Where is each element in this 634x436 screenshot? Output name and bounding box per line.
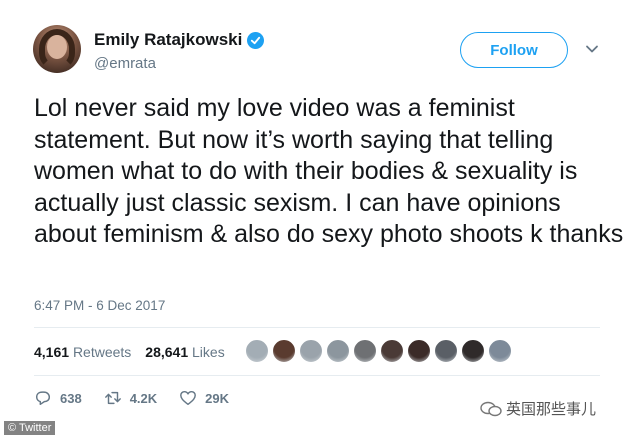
like-action[interactable]: 29K [179, 389, 229, 407]
retweet-icon [104, 391, 121, 405]
watermark-text: 英国那些事儿 [506, 401, 597, 418]
divider [34, 327, 600, 328]
retweets-stat[interactable]: 4,161 Retweets [34, 344, 131, 360]
liker-avatar[interactable] [272, 339, 296, 363]
image-credit: © Twitter [4, 421, 56, 435]
retweet-count: 4.2K [129, 390, 158, 406]
liker-avatar[interactable] [407, 339, 431, 363]
tweet-stats: 4,161 Retweets 28,641 Likes [34, 344, 225, 360]
liker-avatar[interactable] [245, 339, 269, 363]
tweet-actions: 638 4.2K 29K [34, 389, 251, 407]
liker-avatar[interactable] [434, 339, 458, 363]
liker-avatar[interactable] [299, 339, 323, 363]
display-name-text: Emily Ratajkowski [94, 30, 243, 49]
reply-action[interactable]: 638 [34, 389, 82, 407]
liker-avatar[interactable] [380, 339, 404, 363]
avatar[interactable] [33, 25, 81, 73]
retweets-label: Retweets [72, 344, 132, 360]
liker-avatar[interactable] [326, 339, 350, 363]
divider [34, 375, 600, 376]
likes-count: 28,641 [145, 344, 189, 360]
verified-badge-icon [247, 31, 265, 49]
reply-icon [35, 391, 51, 406]
retweet-action[interactable]: 4.2K [104, 389, 157, 407]
retweets-count: 4,161 [34, 344, 70, 360]
chevron-down-icon[interactable] [585, 42, 599, 56]
likes-stat[interactable]: 28,641 Likes [145, 344, 224, 360]
watermark: 英国那些事儿 [480, 398, 596, 419]
liker-avatar[interactable] [353, 339, 377, 363]
reply-count: 638 [60, 390, 82, 406]
user-handle[interactable]: @emrata [94, 55, 156, 72]
liker-avatar[interactable] [461, 339, 485, 363]
tweet-text: Lol never said my love video was a femin… [34, 94, 624, 248]
liker-avatars [245, 339, 512, 363]
display-name[interactable]: Emily Ratajkowski [94, 30, 265, 50]
likes-label: Likes [192, 344, 225, 360]
heart-icon [180, 390, 197, 406]
liker-avatar[interactable] [488, 339, 512, 363]
tweet-timestamp[interactable]: 6:47 PM - 6 Dec 2017 [34, 298, 165, 313]
follow-button[interactable]: Follow [460, 32, 568, 68]
like-count: 29K [205, 390, 230, 406]
wechat-icon [480, 401, 502, 416]
